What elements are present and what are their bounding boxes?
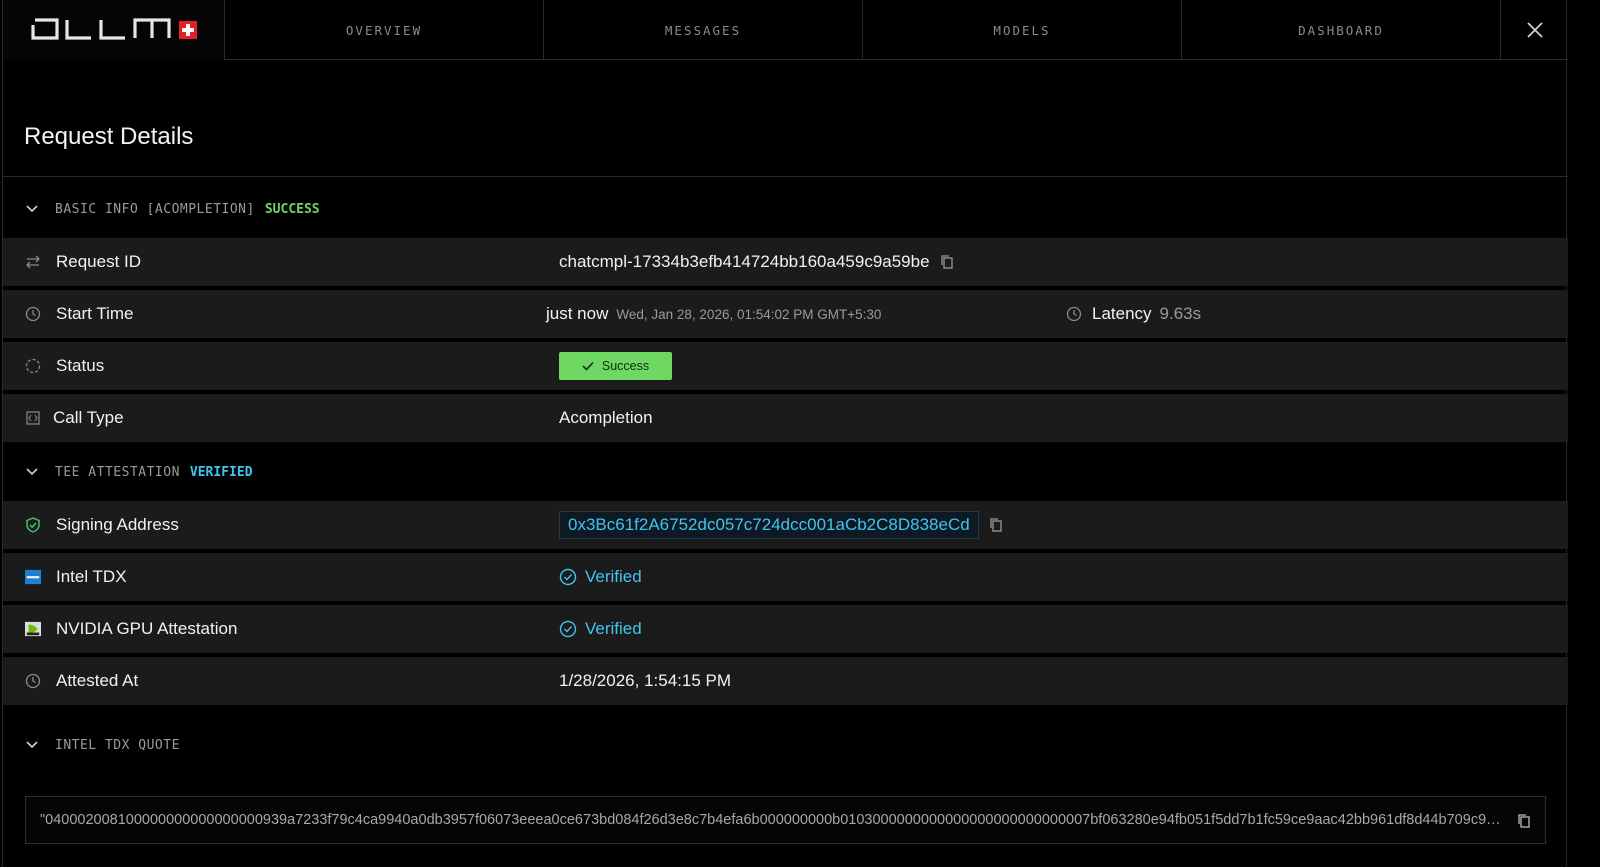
status-label: Status [56,356,105,375]
signing-address-value: 0x3Bc61f2A6752dc057c724dcc001aCb2C8D838e… [559,511,1003,539]
status-badge-text: Success [601,359,650,373]
intel-tdx-value: Verified [559,567,642,587]
tee-attestation-status: VERIFIED [189,464,253,480]
latency-field: Latency 9.63s [1066,304,1201,324]
signing-address-link[interactable]: 0x3Bc61f2A6752dc057c724dcc001aCb2C8D838e… [559,511,979,539]
start-time-absolute: Wed, Jan 28, 2026, 01:54:02 PM GMT+5:30 [616,306,882,322]
top-nav: OVERVIEW MESSAGES MODELS DASHBOARD [3,0,1568,60]
latency-label: Latency [1092,304,1152,323]
tab-overview[interactable]: OVERVIEW [225,0,544,60]
app-frame: OVERVIEW MESSAGES MODELS DASHBOARD Reque… [2,0,1568,867]
call-type-row: Call Type Acompletion [3,394,1568,442]
copy-icon[interactable] [1517,813,1531,834]
call-type-value: Acompletion [559,408,653,427]
chevron-down-icon [26,468,38,476]
check-icon [582,361,594,371]
tdx-quote-text: "040002008100000000000000000939a7233f79c… [40,812,1505,828]
x-logo-icon [1526,22,1543,38]
tee-attestation-section-header[interactable]: TEE ATTESTATION VERIFIED [3,443,1568,501]
tab-messages[interactable]: MESSAGES [544,0,863,60]
ollm-logo-icon [31,18,197,40]
start-time-row: Start Time just now Wed, Jan 28, 2026, 0… [3,290,1568,338]
code-square-icon [25,410,41,426]
copy-icon[interactable] [989,517,1003,533]
tab-dashboard[interactable]: DASHBOARD [1182,0,1501,60]
tee-attestation-label: TEE ATTESTATION [55,464,180,480]
chevron-down-icon [26,205,38,213]
clock-icon [25,306,41,322]
arrows-exchange-icon [25,254,41,270]
chevron-down-icon [26,741,38,749]
intel-tdx-quote-section-header[interactable]: INTEL TDX QUOTE [3,716,1568,774]
request-id-value: chatcmpl-17334b3efb414724bb160a459c9a59b… [559,252,954,272]
nvidia-attestation-value: Verified [559,619,642,639]
nvidia-logo-icon [25,621,41,637]
attested-at-row: Attested At 1/28/2026, 1:54:15 PM [3,657,1568,705]
call-type-label: Call Type [53,408,124,427]
latency-value: 9.63s [1159,304,1202,323]
check-circle-icon [559,568,577,586]
nvidia-attestation-status: Verified [585,619,642,638]
clock-icon [1066,306,1082,322]
intel-tdx-label: Intel TDX [56,567,127,586]
start-time-label: Start Time [56,304,134,323]
divider [3,176,1568,177]
tdx-quote-box[interactable]: "040002008100000000000000000939a7233f79c… [25,796,1546,844]
basic-info-section-header[interactable]: BASIC INFO [ACOMPLETION] SUCCESS [3,180,1568,238]
page-title: Request Details [24,123,194,150]
status-value: Success [559,352,672,380]
request-id-text: chatcmpl-17334b3efb414724bb160a459c9a59b… [559,252,930,271]
basic-info-status: SUCCESS [264,201,320,217]
request-id-label: Request ID [56,252,142,271]
request-id-row: Request ID chatcmpl-17334b3efb414724bb16… [3,238,1568,286]
clock-icon [25,673,41,689]
start-time-relative: just now [546,304,609,323]
intel-tdx-row: Intel TDX Verified [3,553,1568,601]
start-time-value: just now Wed, Jan 28, 2026, 01:54:02 PM … [546,304,881,324]
status-row: Status Success [3,342,1568,390]
intel-tdx-status: Verified [585,567,642,586]
x-social-link[interactable] [1501,0,1568,60]
signing-address-label: Signing Address [56,515,179,534]
nvidia-attestation-row: NVIDIA GPU Attestation Verified [3,605,1568,653]
status-badge: Success [559,352,672,380]
attested-at-value: 1/28/2026, 1:54:15 PM [559,671,732,690]
nvidia-attestation-label: NVIDIA GPU Attestation [56,619,238,638]
intel-tdx-quote-label: INTEL TDX QUOTE [55,737,180,753]
check-circle-icon [559,620,577,638]
basic-info-label: BASIC INFO [ACOMPLETION] [55,201,255,217]
copy-icon[interactable] [940,254,954,270]
intel-logo-icon [25,569,41,585]
attested-at-label: Attested At [56,671,139,690]
signing-address-row: Signing Address 0x3Bc61f2A6752dc057c724d… [3,501,1568,549]
loader-circle-icon [25,358,41,374]
tab-models[interactable]: MODELS [863,0,1182,60]
logo[interactable] [3,0,225,60]
shield-check-icon [25,517,41,533]
